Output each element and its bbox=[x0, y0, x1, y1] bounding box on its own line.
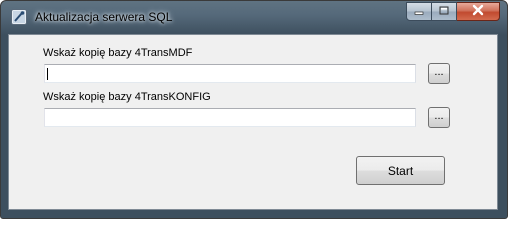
close-button[interactable] bbox=[457, 2, 500, 21]
konfig-path-input[interactable] bbox=[44, 108, 416, 127]
mdf-path-input[interactable] bbox=[44, 64, 416, 83]
title-bar[interactable]: Aktualizacja serwera SQL bbox=[1, 1, 507, 34]
minimize-icon bbox=[413, 3, 425, 21]
dialog-body: Wskaż kopię bazy 4TransMDF ... Wskaż kop… bbox=[8, 34, 498, 210]
database-tool-icon bbox=[11, 9, 27, 25]
konfig-label: Wskaż kopię bazy 4TransKONFIG bbox=[43, 91, 211, 103]
browse-konfig-button[interactable]: ... bbox=[428, 107, 450, 128]
mdf-label: Wskaż kopię bazy 4TransMDF bbox=[43, 47, 193, 59]
dialog-window: Aktualizacja serwera SQL Wskaż kopię baz… bbox=[0, 0, 508, 219]
maximize-icon bbox=[438, 3, 450, 21]
minimize-button[interactable] bbox=[406, 2, 432, 21]
caption-buttons bbox=[406, 2, 500, 22]
window-title: Aktualizacja serwera SQL bbox=[35, 10, 173, 24]
text-caret bbox=[47, 68, 48, 80]
browse-mdf-button[interactable]: ... bbox=[428, 63, 450, 84]
maximize-button[interactable] bbox=[432, 2, 457, 21]
start-button[interactable]: Start bbox=[356, 156, 445, 185]
close-icon bbox=[471, 3, 485, 21]
